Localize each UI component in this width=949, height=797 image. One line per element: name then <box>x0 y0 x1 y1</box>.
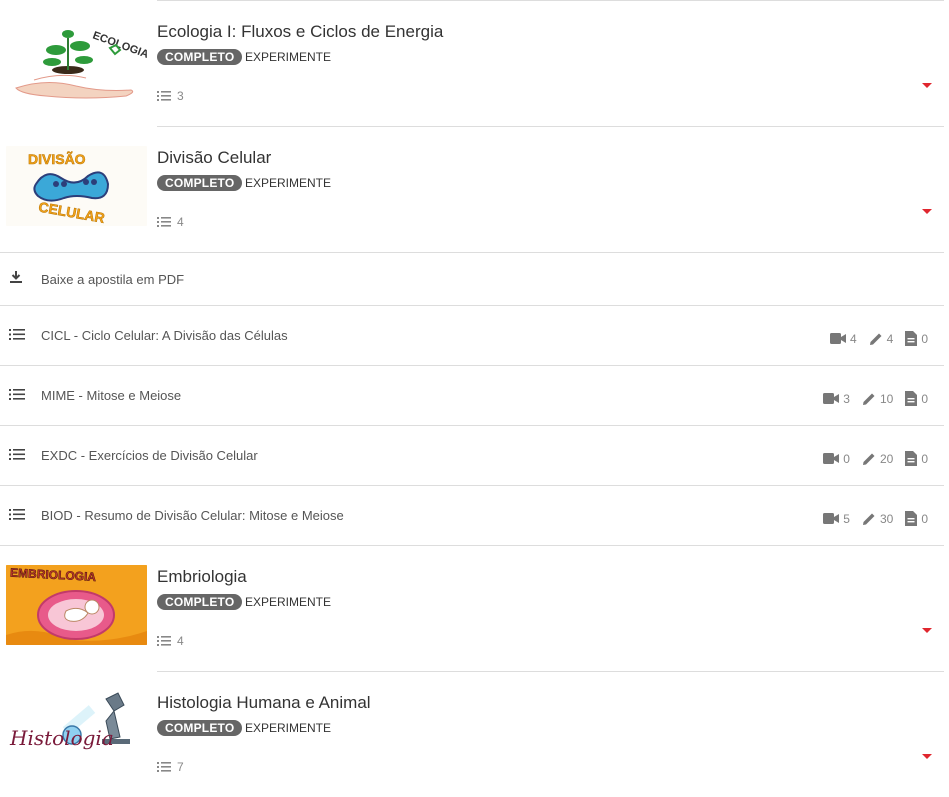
list-icon <box>9 448 25 461</box>
list-icon <box>9 328 25 341</box>
pencil-icon <box>862 453 875 465</box>
document-stat: 0 <box>905 451 928 466</box>
document-stat: 0 <box>905 331 928 346</box>
module-count: 3 <box>157 89 184 103</box>
experiment-tag: EXPERIMENTE <box>245 595 332 609</box>
module-title[interactable]: MIME - Mitose e Meiose <box>41 388 181 403</box>
course-thumbnail: ECOLOGIA <box>6 20 147 100</box>
exercise-stat: 4 <box>869 332 893 346</box>
module-row[interactable]: BIOD - Resumo de Divisão Celular: Mitose… <box>0 485 949 545</box>
course-thumbnail: Histologia <box>6 691 147 771</box>
course-title[interactable]: Divisão Celular <box>157 148 271 168</box>
expand-caret-icon[interactable] <box>922 754 932 759</box>
list-icon <box>9 508 25 521</box>
expand-caret-icon[interactable] <box>922 209 932 214</box>
module-title[interactable]: CICL - Ciclo Celular: A Divisão das Célu… <box>41 328 288 343</box>
module-stats: 0 20 0 <box>823 451 928 466</box>
module-count: 4 <box>157 634 184 648</box>
module-count-value: 3 <box>177 89 184 103</box>
course-thumbnail: DIVISÃO CELULAR <box>6 146 147 226</box>
course-card-ecologia[interactable]: ECOLOGIA Ecologia I: Fluxos e Ciclos de … <box>0 0 949 126</box>
cell-division-image: DIVISÃO CELULAR <box>28 150 110 226</box>
module-title[interactable]: EXDC - Exercícios de Divisão Celular <box>41 448 258 463</box>
status-badge: COMPLETO <box>157 175 243 191</box>
list-icon <box>9 388 25 401</box>
document-icon <box>905 331 918 346</box>
pencil-icon <box>862 513 875 525</box>
course-card-divisao-celular[interactable]: DIVISÃO CELULAR Divisão Celular COMPLETO… <box>0 126 949 252</box>
status-badge: COMPLETO <box>157 594 243 610</box>
experiment-tag: EXPERIMENTE <box>245 176 332 190</box>
document-icon <box>905 451 918 466</box>
list-icon <box>157 216 171 228</box>
video-camera-icon <box>823 513 840 524</box>
experiment-tag: EXPERIMENTE <box>245 50 332 64</box>
module-count-value: 4 <box>177 215 184 229</box>
video-camera-icon <box>823 393 840 404</box>
pencil-icon <box>862 393 875 405</box>
experiment-tag: EXPERIMENTE <box>245 721 332 735</box>
module-row[interactable]: EXDC - Exercícios de Divisão Celular 0 2… <box>0 425 949 485</box>
download-icon <box>9 270 23 284</box>
list-icon <box>157 761 171 773</box>
microscope-image: Histologia <box>9 692 130 750</box>
module-row[interactable]: MIME - Mitose e Meiose 3 10 0 <box>0 365 949 425</box>
video-camera-icon <box>823 453 840 464</box>
expand-caret-icon[interactable] <box>922 83 932 88</box>
module-count: 4 <box>157 215 184 229</box>
course-card-embriologia[interactable]: EMBRIOLOGIA Embriologia COMPLETO EXPERIM… <box>0 545 949 671</box>
video-camera-icon <box>829 333 846 344</box>
module-count-value: 4 <box>177 634 184 648</box>
list-icon <box>157 635 171 647</box>
exercise-stat: 10 <box>862 392 893 406</box>
document-stat: 0 <box>905 391 928 406</box>
module-stats: 3 10 0 <box>823 391 928 406</box>
course-title[interactable]: Embriologia <box>157 567 247 587</box>
pencil-icon <box>869 333 882 345</box>
video-stat: 4 <box>829 332 857 346</box>
video-stat: 3 <box>823 392 850 406</box>
module-title[interactable]: BIOD - Resumo de Divisão Celular: Mitose… <box>41 508 344 523</box>
exercise-stat: 30 <box>862 512 893 526</box>
document-stat: 0 <box>905 511 928 526</box>
course-title[interactable]: Histologia Humana e Animal <box>157 693 371 713</box>
list-icon <box>157 90 171 102</box>
course-thumbnail: EMBRIOLOGIA <box>6 565 147 645</box>
module-count-value: 7 <box>177 760 184 774</box>
course-title[interactable]: Ecologia I: Fluxos e Ciclos de Energia <box>157 22 443 42</box>
module-stats: 4 4 0 <box>829 331 928 346</box>
status-badge: COMPLETO <box>157 720 243 736</box>
download-pdf-link[interactable]: Baixe a apostila em PDF <box>41 272 184 287</box>
exercise-stat: 20 <box>862 452 893 466</box>
svg-text:CELULAR: CELULAR <box>37 199 106 226</box>
plant-hand-image: ECOLOGIA <box>15 30 147 99</box>
module-stats: 5 30 0 <box>823 511 928 526</box>
download-pdf-row[interactable]: Baixe a apostila em PDF <box>0 252 949 305</box>
expand-caret-icon[interactable] <box>922 628 932 633</box>
document-icon <box>905 511 918 526</box>
svg-text:ECOLOGIA: ECOLOGIA <box>91 30 147 61</box>
module-count: 7 <box>157 760 184 774</box>
status-badge: COMPLETO <box>157 49 243 65</box>
embryo-image: EMBRIOLOGIA <box>6 565 147 645</box>
document-icon <box>905 391 918 406</box>
module-row[interactable]: CICL - Ciclo Celular: A Divisão das Célu… <box>0 305 949 365</box>
svg-text:DIVISÃO: DIVISÃO <box>28 150 86 167</box>
video-stat: 0 <box>823 452 850 466</box>
video-stat: 5 <box>823 512 850 526</box>
svg-text:Histologia: Histologia <box>9 726 114 750</box>
course-card-histologia[interactable]: Histologia Histologia Humana e Animal CO… <box>0 671 949 797</box>
